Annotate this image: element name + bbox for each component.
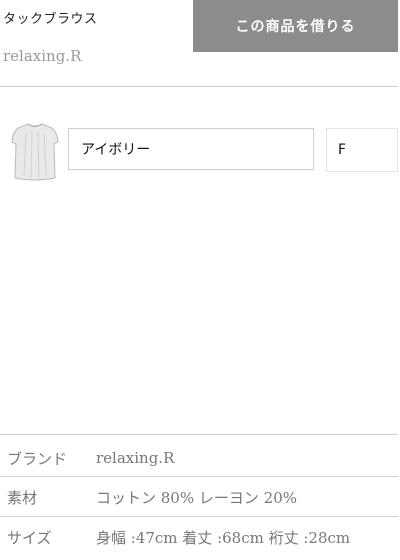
rent-button[interactable]: この商品を借りる — [193, 0, 398, 52]
spec-label-material: 素材 — [7, 488, 38, 507]
product-title: タックブラウス — [3, 12, 98, 27]
blouse-image — [11, 123, 59, 181]
specs-top-divider — [0, 434, 398, 435]
spec-label-size: サイズ — [7, 528, 52, 547]
spec-label-brand: ブランド — [7, 449, 68, 468]
color-select[interactable]: アイボリー — [68, 128, 314, 170]
spec-row-brand: ブランド relaxing.R — [0, 438, 398, 478]
spec-row-size: サイズ 身幅 :47cm 着丈 :68cm 裄丈 :28cm — [0, 517, 398, 557]
header-divider — [0, 86, 398, 87]
brand-name: relaxing.R — [3, 47, 82, 65]
spec-value-brand: relaxing.R — [96, 449, 175, 467]
spec-row-material: 素材 コットン 80% レーヨン 20% — [0, 477, 398, 517]
spec-value-size: 身幅 :47cm 着丈 :68cm 裄丈 :28cm — [96, 528, 351, 547]
product-thumbnail[interactable] — [8, 120, 62, 184]
size-select[interactable]: F — [326, 128, 398, 172]
spec-value-material: コットン 80% レーヨン 20% — [96, 488, 297, 507]
